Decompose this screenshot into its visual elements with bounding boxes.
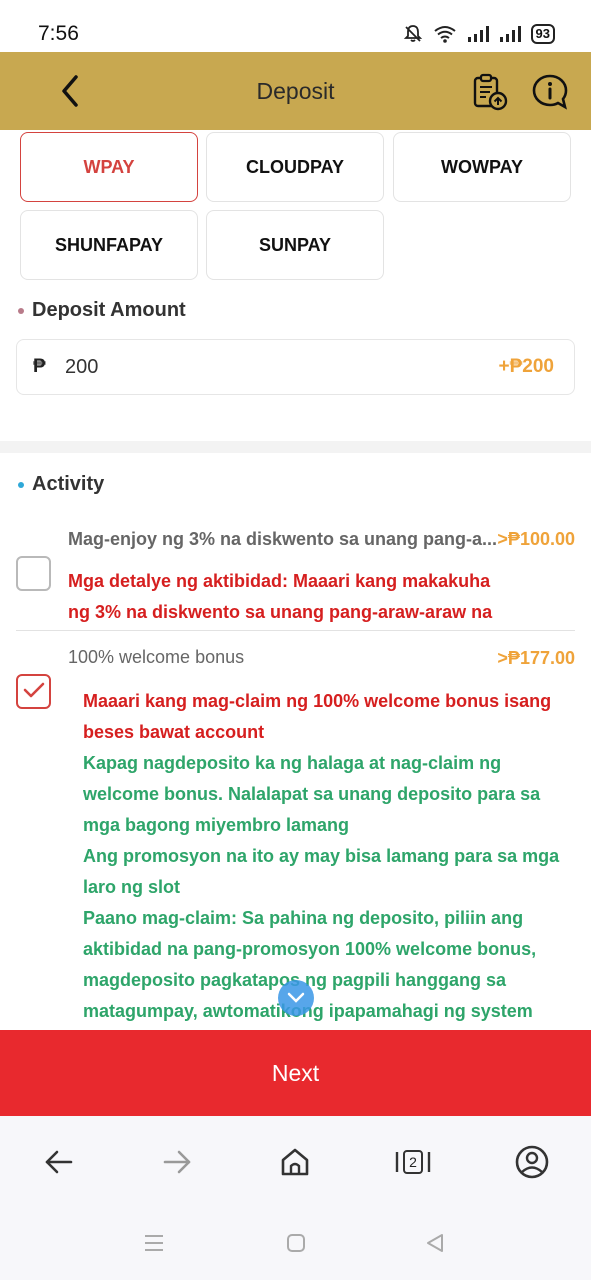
activity-checkbox-checked[interactable]	[16, 674, 51, 709]
deposit-bonus-amount: +₱200	[498, 356, 554, 377]
home-icon	[281, 1148, 309, 1176]
back-triangle-icon[interactable]	[424, 1232, 446, 1254]
browser-home-button[interactable]	[275, 1142, 315, 1182]
activity-label-text: Activity	[32, 473, 105, 495]
pay-option-wowpay[interactable]: WOWPAY	[393, 132, 571, 202]
activity-details: Mga detalye ng aktibidad: Maaari kang ma…	[68, 571, 493, 622]
browser-back-button[interactable]	[39, 1142, 79, 1182]
status-icons: 93	[403, 24, 555, 44]
activity-item-title[interactable]: 100% welcome bonus	[68, 647, 244, 668]
wifi-icon	[433, 26, 456, 43]
clipboard-upload-icon	[473, 73, 508, 111]
pay-option-shunfapay[interactable]: SHUNFAPAY	[20, 210, 198, 280]
bell-muted-icon	[403, 25, 422, 42]
user-circle-icon	[515, 1145, 549, 1179]
home-square-icon[interactable]	[285, 1232, 307, 1254]
menu-icon[interactable]	[143, 1232, 165, 1254]
browser-forward-button[interactable]	[157, 1142, 197, 1182]
activity-green-line: Ang promosyon na ito ay may bisa lamang …	[83, 846, 560, 897]
deposit-history-button[interactable]	[470, 72, 510, 112]
deposit-amount-label-text: Deposit Amount	[32, 299, 186, 321]
row-divider	[16, 630, 575, 631]
activity-checkbox[interactable]	[16, 556, 51, 591]
browser-toolbar: 2	[0, 1116, 591, 1208]
pay-option-wpay[interactable]: WPAY	[20, 132, 198, 202]
info-bubble-icon	[532, 74, 568, 110]
deposit-amount-input[interactable]	[65, 349, 425, 385]
bullet-dot	[18, 307, 24, 314]
bullet-dot	[18, 481, 24, 488]
app-header: Deposit	[0, 52, 591, 130]
deposit-amount-label: Deposit Amount	[18, 299, 186, 322]
browser-profile-button[interactable]	[512, 1142, 552, 1182]
activity-green-line: Kapag nagdeposito ka ng halaga at nag-cl…	[83, 753, 541, 835]
status-time: 7:56	[38, 22, 79, 45]
activity-description: Maaari kang mag-claim ng 100% welcome bo…	[83, 686, 578, 1026]
signal-icon	[467, 26, 489, 42]
system-nav-bar	[0, 1208, 591, 1280]
checkmark-icon	[23, 682, 45, 698]
pay-option-sunpay[interactable]: SUNPAY	[206, 210, 384, 280]
signal-icon-2	[499, 26, 521, 42]
section-divider	[0, 441, 591, 453]
activity-green-line: Paano mag-claim: Sa pahina ng deposito, …	[83, 908, 537, 1021]
activity-item-amount: >₱100.00	[497, 529, 575, 549]
arrow-left-icon	[45, 1150, 73, 1174]
chevron-down-icon	[287, 992, 305, 1003]
deposit-amount-field[interactable]: ₱ +₱200	[16, 339, 575, 395]
activity-label: Activity	[18, 473, 104, 496]
activity-red-text: Maaari kang mag-claim ng 100% welcome bo…	[83, 691, 552, 742]
pay-option-cloudpay[interactable]: CLOUDPAY	[206, 132, 384, 202]
status-bar: 7:56 93	[0, 0, 591, 52]
next-button[interactable]: Next	[0, 1030, 591, 1116]
scroll-down-button[interactable]	[278, 980, 314, 1016]
arrow-right-icon	[163, 1150, 191, 1174]
peso-icon: ₱	[33, 356, 46, 377]
browser-tabs-button[interactable]: 2	[393, 1142, 433, 1182]
activity-item-amount: >₱177.00	[497, 648, 575, 668]
info-button[interactable]	[530, 72, 570, 112]
battery-icon: 93	[530, 24, 555, 44]
activity-item-title[interactable]: Mag-enjoy ng 3% na diskwento sa unang pa…	[68, 529, 497, 550]
tab-count: 2	[403, 1150, 423, 1174]
